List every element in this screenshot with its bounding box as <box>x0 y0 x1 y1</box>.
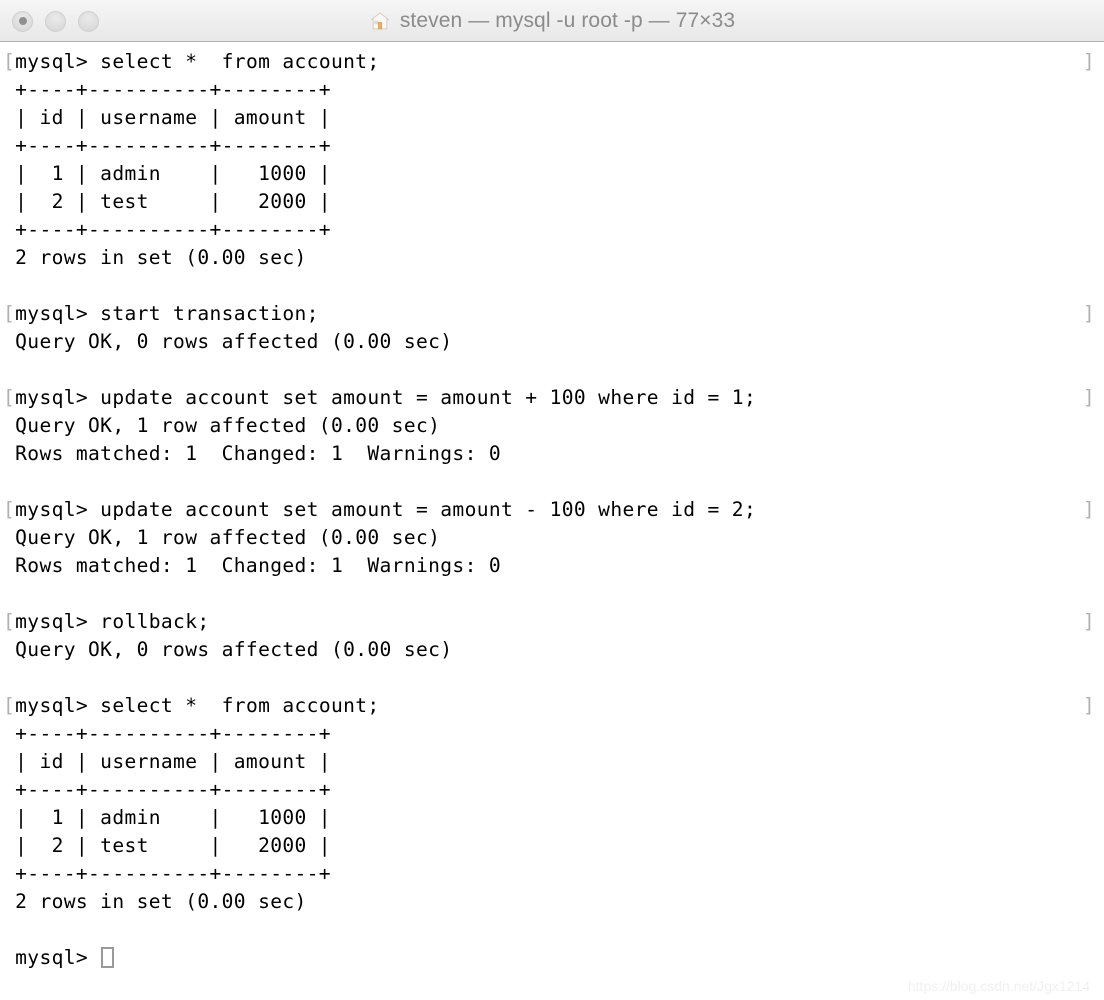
terminal-output-line: | id | username | amount | <box>0 104 1104 132</box>
terminal-prompt-line: [mysql> select * from account;] <box>0 692 1104 720</box>
wrap-mark-right: ] <box>1082 386 1095 409</box>
terminal-line-text: mysql> rollback; <box>15 610 210 633</box>
terminal-output-line: +----+----------+--------+ <box>0 132 1104 160</box>
terminal-output-line: | 1 | admin | 1000 | <box>0 804 1104 832</box>
terminal-line-text: +----+----------+--------+ <box>3 778 331 801</box>
terminal-output-line: | id | username | amount | <box>0 748 1104 776</box>
terminal-line-text: Query OK, 0 rows affected (0.00 sec) <box>3 330 453 353</box>
terminal-blank-line <box>0 664 1104 692</box>
terminal-output-line: Query OK, 0 rows affected (0.00 sec) <box>0 328 1104 356</box>
terminal-line-text: | 1 | admin | 1000 | <box>3 806 331 829</box>
window-titlebar[interactable]: steven — mysql -u root -p — 77×33 <box>0 0 1104 42</box>
terminal-line-text <box>3 358 15 381</box>
terminal-line-text: mysql> select * from account; <box>15 694 380 717</box>
terminal-blank-line <box>0 272 1104 300</box>
window-title-group: steven — mysql -u root -p — 77×33 <box>0 9 1104 33</box>
terminal-blank-line <box>0 916 1104 944</box>
terminal-line-text <box>3 470 15 493</box>
terminal-line-text: +----+----------+--------+ <box>3 78 331 101</box>
terminal-output-line: Query OK, 0 rows affected (0.00 sec) <box>0 636 1104 664</box>
terminal-prompt-line: [mysql> update account set amount = amou… <box>0 384 1104 412</box>
window-title: steven — mysql -u root -p — 77×33 <box>399 8 736 32</box>
terminal-blank-line <box>0 468 1104 496</box>
terminal-output-line: Query OK, 1 row affected (0.00 sec) <box>0 412 1104 440</box>
terminal-line-text: Query OK, 1 row affected (0.00 sec) <box>3 414 441 437</box>
terminal-blank-line <box>0 356 1104 384</box>
terminal-line-text: Query OK, 1 row affected (0.00 sec) <box>3 526 441 549</box>
terminal-line-text: mysql> update account set amount = amoun… <box>15 498 757 521</box>
minimize-button[interactable] <box>45 10 66 32</box>
terminal-line-text <box>3 666 15 689</box>
terminal-output-line: +----+----------+--------+ <box>0 720 1104 748</box>
close-button[interactable] <box>12 10 33 32</box>
terminal-line-text: Rows matched: 1 Changed: 1 Warnings: 0 <box>3 554 502 577</box>
terminal-line-text: mysql> update account set amount = amoun… <box>15 386 757 409</box>
terminal-output-line: 2 rows in set (0.00 sec) <box>0 244 1104 272</box>
terminal-line-text: +----+----------+--------+ <box>3 218 331 241</box>
terminal-line-text <box>3 582 15 605</box>
wrap-mark-left: [ <box>3 694 16 717</box>
wrap-mark-right: ] <box>1082 302 1095 325</box>
terminal-output-line: +----+----------+--------+ <box>0 216 1104 244</box>
terminal-line-text: mysql> <box>3 946 101 969</box>
terminal-window: steven — mysql -u root -p — 77×33 [mysql… <box>0 0 1104 1000</box>
terminal-output-line: +----+----------+--------+ <box>0 76 1104 104</box>
text-cursor <box>101 947 115 968</box>
wrap-mark-left: [ <box>3 302 16 325</box>
terminal-line-text: +----+----------+--------+ <box>3 722 331 745</box>
terminal-output-line: +----+----------+--------+ <box>0 860 1104 888</box>
terminal-line-text: +----+----------+--------+ <box>3 134 331 157</box>
terminal-line-text: | 2 | test | 2000 | <box>3 190 331 213</box>
terminal-output-line: | 2 | test | 2000 | <box>0 188 1104 216</box>
terminal-screen[interactable]: [mysql> select * from account;] +----+--… <box>0 42 1104 1000</box>
terminal-prompt-line: [mysql> rollback;] <box>0 608 1104 636</box>
terminal-line-text: +----+----------+--------+ <box>3 862 331 885</box>
wrap-mark-left: [ <box>3 610 16 633</box>
watermark: https://blog.csdn.net/Jgx1214 <box>907 978 1090 994</box>
terminal-output-line: Rows matched: 1 Changed: 1 Warnings: 0 <box>0 440 1104 468</box>
terminal-line-text: mysql> select * from account; <box>15 50 380 73</box>
terminal-output-line: +----+----------+--------+ <box>0 776 1104 804</box>
wrap-mark-right: ] <box>1082 694 1095 717</box>
terminal-line-text: | 1 | admin | 1000 | <box>3 162 331 185</box>
wrap-mark-left: [ <box>3 498 16 521</box>
terminal-prompt-line: [mysql> update account set amount = amou… <box>0 496 1104 524</box>
wrap-mark-right: ] <box>1082 498 1095 521</box>
wrap-mark-left: [ <box>3 386 16 409</box>
terminal-output-line: Rows matched: 1 Changed: 1 Warnings: 0 <box>0 552 1104 580</box>
terminal-output-line: 2 rows in set (0.00 sec) <box>0 888 1104 916</box>
terminal-line-text: Query OK, 0 rows affected (0.00 sec) <box>3 638 453 661</box>
wrap-mark-left: [ <box>3 50 16 73</box>
terminal-prompt-line: [mysql> select * from account;] <box>0 48 1104 76</box>
wrap-mark-right: ] <box>1082 50 1095 73</box>
terminal-line-text: 2 rows in set (0.00 sec) <box>3 246 307 269</box>
terminal-line-text <box>3 918 15 941</box>
wrap-mark-right: ] <box>1082 610 1095 633</box>
terminal-prompt-line: [mysql> start transaction;] <box>0 300 1104 328</box>
terminal-output-line: | 1 | admin | 1000 | <box>0 160 1104 188</box>
terminal-line-text <box>3 274 15 297</box>
home-icon <box>370 11 389 29</box>
terminal-line-text: | id | username | amount | <box>3 106 331 129</box>
terminal-input-line[interactable]: mysql> <box>0 944 1104 972</box>
terminal-line-list: [mysql> select * from account;] +----+--… <box>0 48 1104 972</box>
terminal-line-text: | 2 | test | 2000 | <box>3 834 331 857</box>
terminal-output-line: | 2 | test | 2000 | <box>0 832 1104 860</box>
terminal-blank-line <box>0 580 1104 608</box>
terminal-line-text: 2 rows in set (0.00 sec) <box>3 890 307 913</box>
terminal-line-text: Rows matched: 1 Changed: 1 Warnings: 0 <box>3 442 502 465</box>
terminal-line-text: mysql> start transaction; <box>15 302 319 325</box>
traffic-light-group <box>12 0 99 42</box>
terminal-line-text: | id | username | amount | <box>3 750 331 773</box>
terminal-output-line: Query OK, 1 row affected (0.00 sec) <box>0 524 1104 552</box>
zoom-button[interactable] <box>78 10 99 32</box>
